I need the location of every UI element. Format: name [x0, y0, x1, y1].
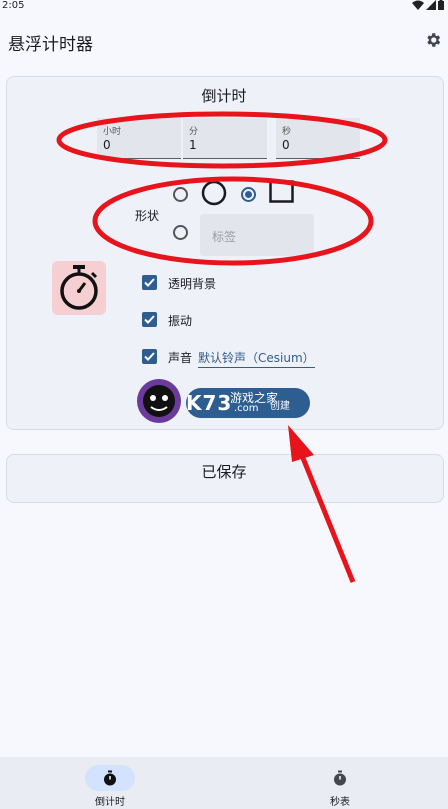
- hours-label: 小时: [103, 127, 122, 137]
- bottom-nav: 倒计时 秒表: [0, 757, 448, 809]
- sound-label: 声音: [168, 351, 193, 365]
- minutes-field[interactable]: 分 1: [183, 118, 267, 159]
- stopwatch-icon: [104, 770, 116, 786]
- ringtone-link[interactable]: 默认铃声（Cesium）: [198, 349, 315, 368]
- status-bar: 2:05: [0, 0, 448, 14]
- status-time: 2:05: [2, 0, 25, 11]
- nav-icon-container: [315, 765, 365, 791]
- hours-field[interactable]: 小时 0: [97, 118, 181, 159]
- minutes-value: 1: [189, 138, 197, 152]
- tag-placeholder: 标签: [212, 230, 237, 244]
- settings-button[interactable]: [424, 31, 442, 49]
- nav-active-indicator: [85, 765, 135, 791]
- seconds-value: 0: [282, 138, 290, 152]
- timer-preview-icon[interactable]: [52, 261, 106, 315]
- signal-icon: [426, 0, 436, 10]
- create-button[interactable]: 创建: [186, 388, 310, 418]
- seconds-field[interactable]: 秒 0: [276, 118, 360, 159]
- check-icon: [144, 278, 155, 287]
- shape-label: 形状: [135, 209, 160, 223]
- check-icon: [144, 315, 155, 324]
- transparent-bg-label: 透明背景: [168, 277, 217, 291]
- status-icons: [412, 0, 444, 10]
- countdown-title: 倒计时: [201, 87, 247, 105]
- nav-item-countdown[interactable]: 倒计时: [60, 757, 160, 809]
- shape-radio-tag[interactable]: [173, 225, 188, 240]
- vibrate-label: 振动: [168, 314, 193, 328]
- gear-icon: [427, 33, 441, 47]
- app-title: 悬浮计时器: [8, 35, 93, 55]
- nav-label-countdown: 倒计时: [95, 797, 125, 808]
- tag-input[interactable]: 标签: [200, 214, 314, 256]
- shape-radio-square[interactable]: [241, 187, 256, 202]
- seconds-label: 秒: [282, 127, 292, 137]
- minutes-label: 分: [189, 127, 199, 137]
- transparent-bg-checkbox[interactable]: [142, 275, 157, 290]
- stopwatch-icon: [60, 265, 98, 310]
- check-icon: [144, 352, 155, 361]
- nav-label-stopwatch: 秒表: [330, 797, 350, 808]
- nav-item-stopwatch[interactable]: 秒表: [290, 757, 390, 809]
- vibrate-checkbox[interactable]: [142, 312, 157, 327]
- sound-checkbox[interactable]: [142, 349, 157, 364]
- saved-title: 已保存: [201, 463, 247, 481]
- shape-radio-circle[interactable]: [173, 187, 188, 202]
- create-button-label: 创建: [270, 401, 290, 412]
- battery-icon: [438, 0, 444, 10]
- stopwatch-icon: [334, 770, 346, 786]
- hours-value: 0: [103, 138, 111, 152]
- wifi-icon: [412, 0, 424, 10]
